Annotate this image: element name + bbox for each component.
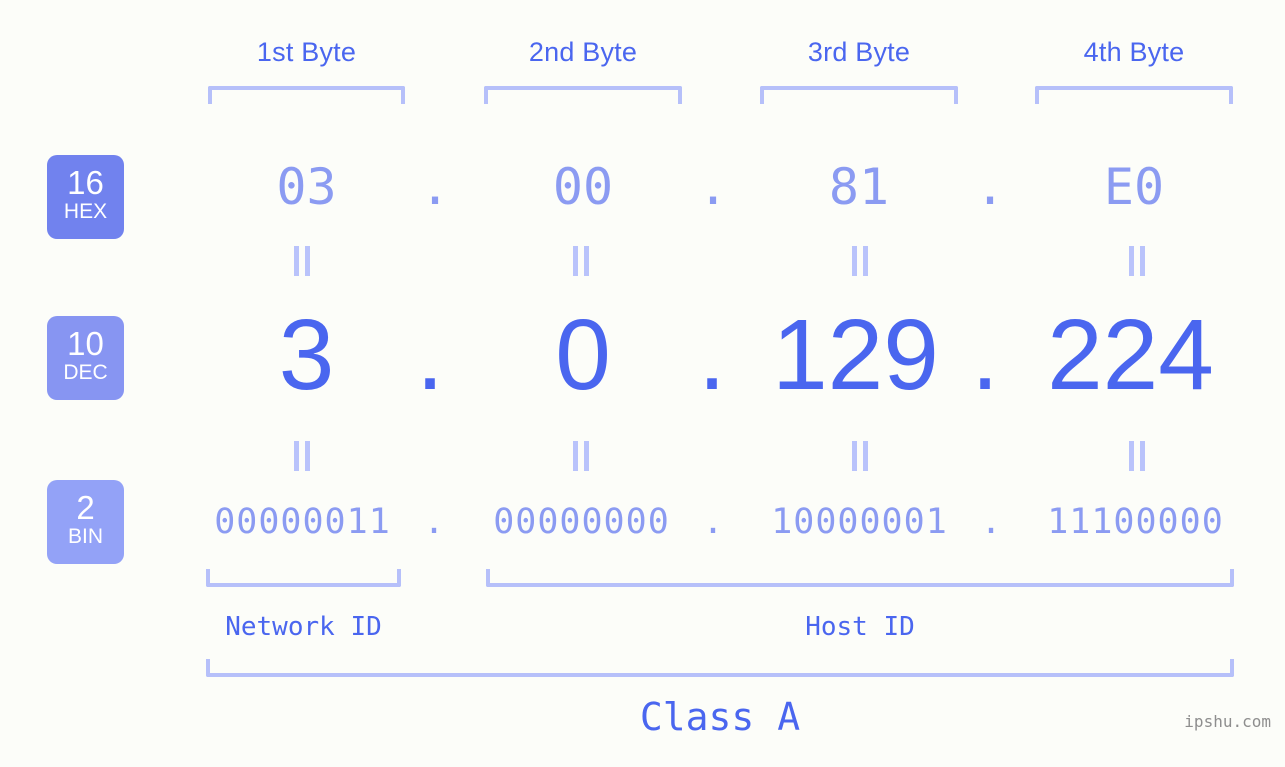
dec-separator-1: . (416, 299, 444, 411)
dec-separator-2: . (698, 299, 726, 411)
class-label: Class A (639, 695, 801, 739)
bin-separator-3: . (980, 502, 1002, 542)
dec-octet-3: 129 (772, 299, 939, 411)
host-id-bracket (486, 569, 1234, 587)
equivalence-mark-hex-dec-2 (570, 246, 592, 276)
hex-separator-1: . (420, 158, 451, 216)
ip-address-breakdown-diagram: 1st Byte 2nd Byte 3rd Byte 4th Byte 16 H… (0, 0, 1285, 767)
base-badge-bin-label: BIN (67, 525, 103, 548)
byte-header-1: 1st Byte (256, 37, 357, 67)
base-badge-dec-label: DEC (63, 361, 108, 384)
hex-separator-2: . (698, 158, 729, 216)
byte-header-2: 2nd Byte (528, 37, 638, 67)
byte-bracket-2 (484, 86, 682, 104)
byte-bracket-1 (208, 86, 405, 104)
dec-octet-4: 224 (1047, 299, 1214, 411)
byte-header-4: 4th Byte (1083, 37, 1185, 67)
bin-separator-1: . (423, 502, 445, 542)
byte-header-3: 3rd Byte (807, 37, 911, 67)
hex-octet-1: 03 (276, 158, 337, 216)
dec-separator-3: . (971, 299, 999, 411)
bin-octet-3: 10000001 (771, 502, 948, 542)
base-badge-bin-number: 2 (76, 489, 95, 526)
equivalence-mark-dec-bin-1 (291, 441, 313, 471)
equivalence-mark-dec-bin-2 (570, 441, 592, 471)
hex-octet-2: 00 (552, 158, 614, 216)
hex-separator-3: . (975, 158, 1006, 216)
dec-octet-2: 0 (555, 299, 611, 411)
bin-octet-2: 00000000 (493, 502, 670, 542)
base-badge-bin: 2 BIN (47, 480, 124, 564)
equivalence-mark-hex-dec-4 (1126, 246, 1148, 276)
base-badge-hex-label: HEX (63, 200, 108, 223)
bin-separator-2: . (702, 502, 724, 542)
site-watermark: ipshu.com (1184, 712, 1271, 731)
base-badge-dec: 10 DEC (47, 316, 124, 400)
base-badge-dec-number: 10 (67, 325, 104, 362)
network-id-label: Network ID (225, 612, 382, 642)
hex-octet-3: 81 (828, 158, 890, 216)
host-id-label: Host ID (805, 612, 915, 642)
equivalence-mark-hex-dec-3 (849, 246, 871, 276)
bin-octet-1: 00000011 (214, 502, 391, 542)
byte-bracket-4 (1035, 86, 1233, 104)
class-bracket (206, 659, 1234, 677)
equivalence-mark-dec-bin-4 (1126, 441, 1148, 471)
hex-octet-4: E0 (1103, 158, 1165, 216)
base-badge-hex-number: 16 (67, 164, 104, 201)
byte-bracket-3 (760, 86, 958, 104)
dec-octet-1: 3 (278, 299, 335, 411)
equivalence-mark-dec-bin-3 (849, 441, 871, 471)
bin-octet-4: 11100000 (1047, 502, 1224, 542)
equivalence-mark-hex-dec-1 (291, 246, 313, 276)
network-id-bracket (206, 569, 401, 587)
base-badge-hex: 16 HEX (47, 155, 124, 239)
